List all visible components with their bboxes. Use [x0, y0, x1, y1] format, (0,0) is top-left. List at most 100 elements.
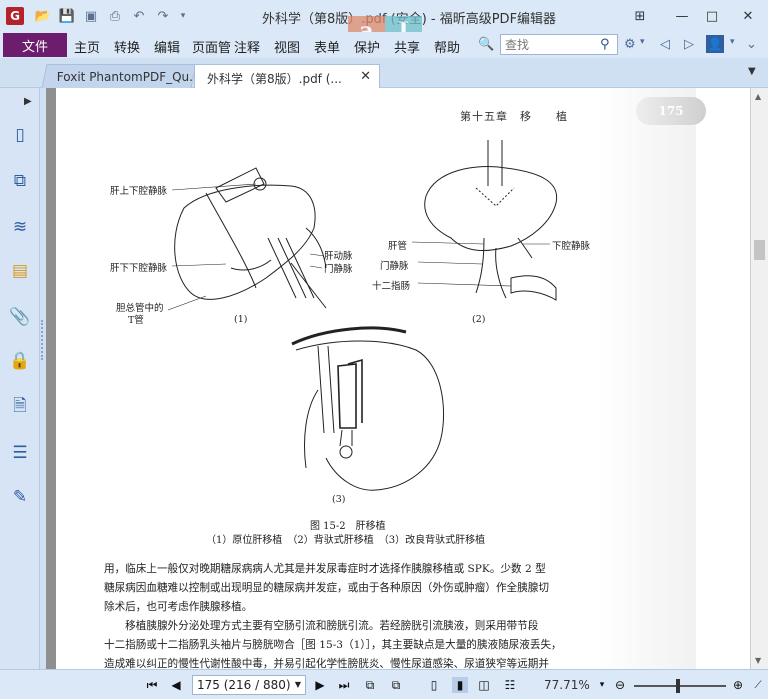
pdf-page: 第十五章 移 植 175 肝上下腔静脉 肝下下腔静脉 胆总管中的 T管 肝动脉 …: [56, 88, 750, 669]
nav-forward-icon[interactable]: ▷: [684, 37, 694, 52]
ribbon-menu: 文件 主页 转换 编辑 页面管 注释 视图 表单 保护 共享 帮助 🔍 ⚲ ⚙ …: [0, 32, 768, 58]
zoom-level[interactable]: 77.71%: [544, 678, 590, 692]
facing-pages-icon[interactable]: ◫: [476, 677, 492, 693]
tab-label: Foxit PhantomPDF_Qu...: [56, 70, 201, 84]
tab-foxit-quickguide[interactable]: Foxit PhantomPDF_Qu...: [41, 64, 201, 88]
figure-sub-1: (1): [234, 314, 248, 325]
menu-view[interactable]: 视图: [274, 37, 300, 56]
tab-list-dropdown-icon[interactable]: ▼: [748, 66, 756, 77]
app-logo-icon[interactable]: G: [6, 7, 24, 25]
menu-comment[interactable]: 注释: [234, 37, 260, 56]
close-button[interactable]: ✕: [738, 6, 758, 26]
page-icon[interactable]: ▯: [9, 124, 31, 146]
label-ivc: 下腔静脉: [552, 241, 591, 252]
label-hepatic-artery: 肝动脉: [324, 251, 353, 262]
body-text-line: 移植胰腺外分泌处理方式主要有空肠引流和膀胱引流。若经膀胱引流胰液，则采用带节段: [104, 620, 539, 632]
attachment-icon[interactable]: 📎: [9, 306, 31, 328]
body-text-line: 十二指肠或十二指肠乳头袖片与膀胱吻合［图 15-3（1）］，其主要缺点是大量的胰…: [104, 639, 562, 651]
label-duodenum: 十二指肠: [372, 281, 411, 292]
menu-home[interactable]: 主页: [74, 37, 100, 56]
layers-icon[interactable]: ≋: [9, 216, 31, 238]
panel-resize-grip[interactable]: [41, 320, 45, 360]
user-avatar-icon[interactable]: 👤: [706, 35, 724, 53]
menu-help[interactable]: 帮助: [434, 37, 460, 56]
nav-back-icon[interactable]: ◁: [660, 37, 670, 52]
zoom-in-icon[interactable]: ⊕: [730, 677, 746, 693]
vertical-scrollbar[interactable]: ▲ ▼: [750, 88, 768, 669]
scroll-down-icon[interactable]: ▼: [755, 656, 761, 665]
first-page-icon[interactable]: ⏮: [144, 677, 160, 693]
undo-icon[interactable]: ↶: [130, 7, 148, 25]
page-dropdown-icon[interactable]: ▼: [295, 680, 301, 689]
previous-view-icon[interactable]: ⧉: [362, 677, 378, 693]
menu-share[interactable]: 共享: [394, 37, 420, 56]
zoom-slider[interactable]: [634, 685, 726, 687]
close-tab-icon[interactable]: ✕: [360, 69, 371, 84]
next-page-icon[interactable]: ▶: [312, 677, 328, 693]
figure-sub-3: (3): [332, 494, 346, 505]
zoom-dropdown-icon[interactable]: ▾: [594, 677, 610, 693]
redo-icon[interactable]: ↷: [154, 7, 172, 25]
scroll-thumb[interactable]: [754, 240, 765, 260]
user-dropdown-icon[interactable]: ▾: [730, 37, 735, 47]
comments-icon[interactable]: ▤: [9, 260, 31, 282]
find-folder-icon[interactable]: 🔍: [478, 37, 494, 52]
resize-grip-icon[interactable]: ⟋: [750, 677, 766, 693]
label-hepatic-duct: 肝管: [388, 241, 408, 252]
menu-page-manage[interactable]: 页面管: [192, 37, 231, 56]
save-icon[interactable]: 💾: [58, 7, 76, 25]
settings-gear-icon[interactable]: ⚙: [624, 37, 636, 52]
title-bar: G 📂 💾 ▣ ⎙ ↶ ↷ ▾ 外科学（第8版）.pdf (安全) - 福昕高级…: [0, 0, 768, 46]
document-tabs: Foxit PhantomPDF_Qu... 外科学（第8版）.pdf (...…: [0, 58, 768, 88]
figure-sub-2: (2): [472, 314, 486, 325]
expand-panel-icon[interactable]: ▶: [24, 96, 32, 107]
figure-subcaption: （1）原位肝移植 （2）背驮式肝移植 （3）改良背驮式肝移植: [206, 535, 486, 546]
zoom-slider-handle[interactable]: [676, 679, 680, 693]
restore-layout-icon[interactable]: ⊞: [630, 6, 650, 26]
document-properties-icon[interactable]: 🗎: [9, 396, 31, 418]
lock-icon[interactable]: 🔒: [9, 350, 31, 372]
tab-label: 外科学（第8版）.pdf (...: [207, 72, 342, 86]
label-infrahepatic-ivc: 肝下下腔静脉: [110, 263, 168, 274]
menu-form[interactable]: 表单: [314, 37, 340, 56]
customize-dropdown-icon[interactable]: ▾: [174, 7, 192, 25]
navigation-panel: ▶ ▯ ⧉ ≋ ▤ 📎 🔒 🗎 ☰ ✎: [0, 88, 40, 669]
last-page-icon[interactable]: ⏭: [336, 677, 352, 693]
open-folder-icon[interactable]: 📂: [34, 7, 52, 25]
tab-surgery-pdf[interactable]: 外科学（第8版）.pdf (... ✕: [194, 64, 380, 88]
page-number-field[interactable]: 175 (216 / 880) ▼: [192, 675, 306, 695]
label-portal-vein: 门静脉: [324, 264, 353, 275]
maximize-button[interactable]: □: [702, 6, 722, 26]
label-suprahepatic-ivc: 肝上下腔静脉: [110, 186, 168, 197]
zoom-out-icon[interactable]: ⊖: [612, 677, 628, 693]
menu-protect[interactable]: 保护: [354, 37, 380, 56]
next-view-icon[interactable]: ⧉: [388, 677, 404, 693]
label-portal-vein-2: 门静脉: [380, 261, 409, 272]
menu-edit[interactable]: 编辑: [154, 37, 180, 56]
page-number-value: 175 (216 / 880): [197, 678, 291, 692]
body-text-line: 用，临床上一般仅对晚期糖尿病病人尤其是并发尿毒症时才选择作胰腺移植或 SPK。少…: [104, 563, 546, 575]
file-menu-button[interactable]: 文件: [3, 33, 67, 57]
ribbon-collapse-icon[interactable]: ⌄: [746, 37, 757, 52]
minimize-button[interactable]: —: [672, 6, 692, 26]
single-page-icon[interactable]: ▯: [426, 677, 442, 693]
status-bar: ⏮ ◀ 175 (216 / 880) ▼ ▶ ⏭ ⧉ ⧉ ▯ ▮ ◫ ☷ 77…: [0, 669, 768, 699]
search-icon[interactable]: ⚲: [600, 37, 610, 52]
print-icon[interactable]: ⎙: [106, 7, 124, 25]
scroll-up-icon[interactable]: ▲: [755, 92, 761, 101]
continuous-page-icon[interactable]: ▮: [452, 677, 468, 693]
body-text-line: 造成难以纠正的慢性代谢性酸中毒，并易引起化学性膀胱炎、慢性尿道感染、尿道狭窄等远…: [104, 658, 549, 669]
signature-icon[interactable]: ✎: [9, 486, 31, 508]
label-t-tube: T管: [128, 315, 144, 326]
thumbnails-icon[interactable]: ⧉: [9, 170, 31, 192]
body-text-line: 除术后，也可考虑作胰腺移植。: [104, 601, 253, 613]
menu-convert[interactable]: 转换: [114, 37, 140, 56]
body-text-line: 糖尿病因血糖难以控制或出现明显的糖尿病并发症，或由于各种原因（外伤或肿瘤）作全胰…: [104, 582, 549, 594]
form-fields-icon[interactable]: ☰: [9, 442, 31, 464]
figure-caption: 图 15-2 肝移植: [310, 521, 386, 532]
document-viewport[interactable]: 第十五章 移 植 175 肝上下腔静脉 肝下下腔静脉 胆总管中的 T管 肝动脉 …: [46, 88, 750, 669]
settings-dropdown-icon[interactable]: ▾: [640, 37, 645, 47]
save-as-icon[interactable]: ▣: [82, 7, 100, 25]
previous-page-icon[interactable]: ◀: [168, 677, 184, 693]
continuous-facing-icon[interactable]: ☷: [502, 677, 518, 693]
